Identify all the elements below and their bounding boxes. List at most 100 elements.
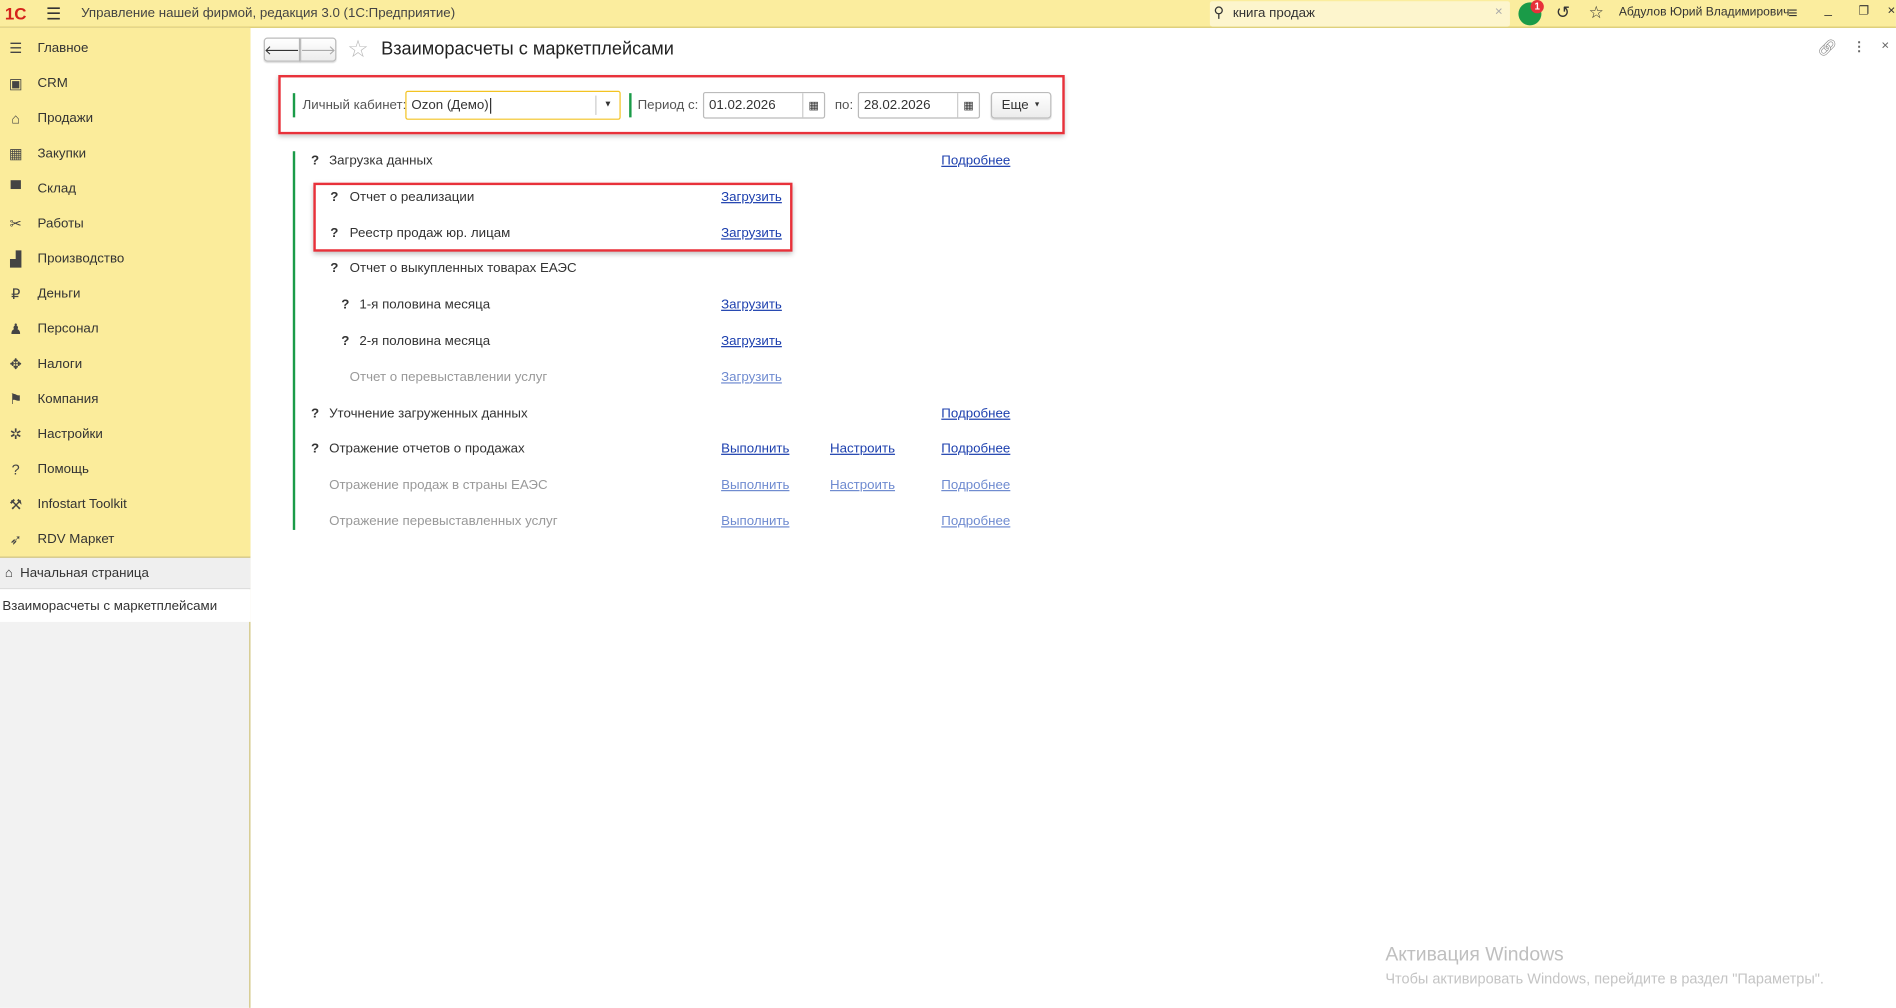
help-question-icon: ?	[341, 333, 350, 349]
load-link[interactable]: Загрузить	[721, 293, 782, 317]
row-label: Отражение отчетов о продажах	[329, 442, 525, 457]
main-menu-icon[interactable]: ☰	[46, 4, 61, 25]
forward-button[interactable]: 🡒	[300, 37, 337, 62]
load-link[interactable]: Загрузить	[721, 329, 782, 353]
task-row: Отчет о перевыставлении услуг	[350, 365, 548, 389]
eagle-icon: ✥	[9, 355, 22, 373]
help-question[interactable]: ?	[311, 437, 329, 461]
load-link-label[interactable]: Загрузить	[721, 370, 782, 385]
more-button[interactable]: Еще ▼	[990, 91, 1052, 119]
sidebar-item[interactable]: ▀ Склад	[0, 171, 250, 206]
menu-icon: ☰	[9, 39, 23, 57]
sidebar-item[interactable]: ⚑ Компания	[0, 381, 250, 416]
chevron-down-icon[interactable]: ▼	[595, 95, 619, 115]
help-question-icon: ?	[330, 225, 339, 241]
sidebar-item[interactable]: ▦ Закупки	[0, 136, 250, 171]
sidebar-item-label: Деньги	[37, 286, 81, 301]
calendar-icon[interactable]: ▦	[957, 93, 979, 118]
calendar-icon[interactable]: ▦	[802, 93, 824, 118]
history-icon[interactable]: ↺	[1556, 2, 1570, 23]
user-name[interactable]: Абдулов Юрий Владимирович	[1619, 6, 1790, 19]
flag-icon: ⚑	[9, 390, 23, 408]
details-link[interactable]: Подробнее	[941, 149, 1010, 173]
close-form-icon[interactable]: ×	[1881, 39, 1889, 54]
sidebar-item[interactable]: ⌂ Продажи	[0, 100, 250, 135]
minimize-icon[interactable]: _	[1825, 2, 1832, 17]
run-link-label[interactable]: Выполнить	[721, 442, 789, 457]
sidebar-item[interactable]: ▣ CRM	[0, 65, 250, 100]
chevron-down-icon: ▼	[1033, 101, 1041, 109]
run-link[interactable]: Выполнить	[721, 473, 789, 497]
back-button[interactable]: 🡐	[263, 37, 301, 62]
help-question[interactable]: ?	[330, 257, 348, 281]
task-row: Отражение продаж в страны ЕАЭС	[329, 473, 548, 497]
load-link[interactable]: Загрузить	[721, 365, 782, 389]
favorite-star-icon[interactable]: ☆	[347, 34, 369, 64]
setup-link[interactable]: Настроить	[830, 473, 895, 497]
home-icon: ⌂	[4, 565, 13, 581]
details-link[interactable]: Подробнее	[941, 473, 1010, 497]
row-label: Уточнение загруженных данных	[329, 406, 528, 421]
sidebar-item[interactable]: ▟ Производство	[0, 241, 250, 276]
load-link-label[interactable]: Загрузить	[721, 190, 782, 205]
load-link[interactable]: Загрузить	[721, 221, 782, 245]
help-question[interactable]: ?	[341, 329, 359, 353]
task-row: Загрузка данных	[329, 149, 433, 173]
settings-menu-icon[interactable]: ≡	[1788, 4, 1797, 22]
help-question[interactable]: ?	[311, 149, 329, 173]
run-link[interactable]: Выполнить	[721, 509, 789, 533]
sidebar-item[interactable]: ⚒ Infostart Toolkit	[0, 486, 250, 521]
wrench-icon: ⚒	[9, 495, 23, 513]
period-to-input[interactable]: 28.02.2026 ▦	[857, 91, 981, 119]
details-link-label[interactable]: Подробнее	[941, 514, 1010, 529]
load-link[interactable]: Загрузить	[721, 185, 782, 209]
restore-icon[interactable]: ❐	[1858, 5, 1869, 18]
help-question[interactable]: ?	[330, 185, 348, 209]
period-from-input[interactable]: 01.02.2026 ▦	[702, 91, 826, 119]
row-label: Отражение продаж в страны ЕАЭС	[329, 478, 548, 493]
sidebar-item[interactable]: ✂ Работы	[0, 206, 250, 241]
home-page-label: Начальная страница	[20, 565, 149, 581]
help-question[interactable]: ?	[330, 221, 348, 245]
setup-link-label[interactable]: Настроить	[830, 478, 895, 493]
load-link-label[interactable]: Загрузить	[721, 298, 782, 313]
details-link-label[interactable]: Подробнее	[941, 154, 1010, 169]
open-window-tab[interactable]: Взаиморасчеты с маркетплейсами	[0, 589, 251, 622]
home-page-link[interactable]: ⌂ Начальная страница	[0, 556, 251, 590]
sidebar-item[interactable]: ♟ Персонал	[0, 311, 250, 346]
details-link-label[interactable]: Подробнее	[941, 406, 1010, 421]
task-row: 2-я половина месяца	[359, 329, 490, 353]
load-link-label[interactable]: Загрузить	[721, 334, 782, 349]
help-question-icon: ?	[310, 153, 320, 169]
sidebar-item[interactable]: ✥ Налоги	[0, 346, 250, 381]
account-select[interactable]: Ozon (Демо) ▼	[405, 90, 621, 120]
load-link-label[interactable]: Загрузить	[721, 226, 782, 241]
details-link[interactable]: Подробнее	[941, 401, 1010, 425]
details-link[interactable]: Подробнее	[941, 437, 1010, 461]
help-question[interactable]: ?	[311, 401, 329, 425]
sidebar-item[interactable]: ☰ Главное	[0, 30, 250, 65]
cart-icon: ▦	[8, 144, 23, 162]
details-link[interactable]: Подробнее	[941, 509, 1010, 533]
sidebar-item[interactable]: ₽ Деньги	[0, 276, 250, 311]
sidebar-item[interactable]: ✲ Настройки	[0, 416, 250, 451]
clear-search-icon[interactable]: ×	[1495, 5, 1503, 20]
help-question[interactable]: ?	[341, 293, 359, 317]
search-input[interactable]: ⚲ книга продаж ×	[1209, 1, 1510, 27]
link-icon[interactable]: 🔗︎	[1817, 39, 1837, 58]
task-row: Реестр продаж юр. лицам	[350, 221, 511, 245]
setup-link-label[interactable]: Настроить	[830, 442, 895, 457]
close-app-icon[interactable]: ×	[1887, 4, 1895, 19]
row-label: Реестр продаж юр. лицам	[349, 225, 511, 241]
run-link-label[interactable]: Выполнить	[721, 514, 789, 529]
details-link-label[interactable]: Подробнее	[941, 478, 1010, 493]
more-actions-icon[interactable]: ⋮	[1852, 39, 1865, 55]
sidebar-item[interactable]: ? Помощь	[0, 451, 250, 486]
run-link-label[interactable]: Выполнить	[721, 478, 789, 493]
favorites-icon[interactable]: ☆	[1589, 2, 1604, 23]
help-question-icon: ?	[310, 406, 320, 421]
sidebar-item[interactable]: ➶ RDV Маркет	[0, 521, 250, 556]
run-link[interactable]: Выполнить	[721, 437, 789, 461]
details-link-label[interactable]: Подробнее	[941, 442, 1010, 457]
setup-link[interactable]: Настроить	[830, 437, 895, 461]
